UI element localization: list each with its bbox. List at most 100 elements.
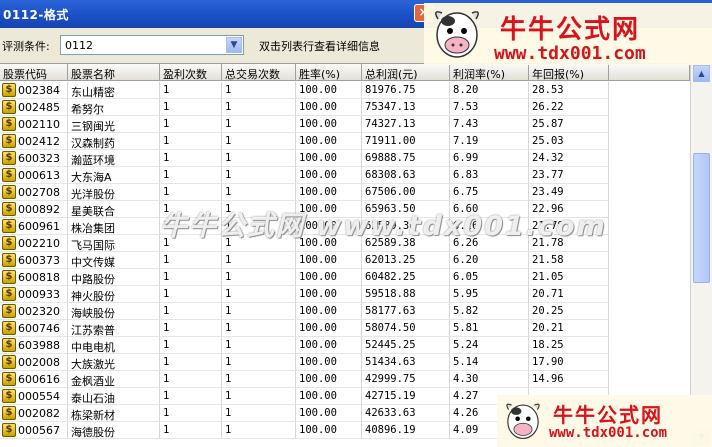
- table-cell: 62013.25: [362, 252, 450, 269]
- table-cell: 23.77: [529, 167, 609, 184]
- table-cell: 58177.63: [362, 303, 450, 320]
- vertical-scrollbar[interactable]: ▲ ▼: [690, 63, 712, 447]
- table-cell: 栋梁新材: [68, 405, 160, 422]
- column-header[interactable]: 胜率(%): [296, 64, 362, 81]
- table-cell: 光洋股份: [68, 184, 160, 201]
- table-cell: 5.24: [450, 337, 529, 354]
- table-cell: 星美联合: [68, 201, 160, 218]
- dollar-icon: $: [2, 253, 16, 267]
- table-cell: 100.00: [296, 82, 362, 99]
- table-cell: 1: [222, 133, 296, 150]
- table-row[interactable]: $600818 中路股份 1 1 100.00 60482.25 6.05 21.05: [0, 269, 690, 286]
- table-cell: 100.00: [296, 133, 362, 150]
- table-cell: 1: [160, 405, 222, 422]
- column-header[interactable]: 股票代码: [0, 64, 68, 81]
- table-row[interactable]: $002485 希努尔 1 1 100.00 75347.13 7.53 26.22: [0, 99, 690, 116]
- table-cell: 1: [222, 286, 296, 303]
- column-header[interactable]: 利润率(%): [450, 64, 529, 81]
- stock-code-cell: $600818: [0, 269, 68, 286]
- stock-code-cell: $600961: [0, 218, 68, 235]
- stock-code-cell: $600616: [0, 371, 68, 388]
- table-cell: 100.00: [296, 184, 362, 201]
- table-cell: 26.22: [529, 99, 609, 116]
- scroll-thumb[interactable]: [693, 153, 710, 283]
- table-cell: 6.05: [450, 269, 529, 286]
- table-cell: 1: [160, 371, 222, 388]
- stock-code-cell: $600323: [0, 150, 68, 167]
- stock-code-cell: $000892: [0, 201, 68, 218]
- table-cell: 14.96: [529, 371, 609, 388]
- table-cell: 8.20: [450, 82, 529, 99]
- table-cell: 1: [222, 116, 296, 133]
- table-cell: 神火股份: [68, 286, 160, 303]
- table-cell: 51434.63: [362, 354, 450, 371]
- column-header[interactable]: 股票名称: [68, 64, 160, 81]
- table-cell: 海峡股份: [68, 303, 160, 320]
- criteria-select[interactable]: 0112 ▼: [60, 35, 244, 55]
- table-cell: 42715.19: [362, 388, 450, 405]
- table-cell: 4.30: [450, 371, 529, 388]
- stock-code-cell: $002412: [0, 133, 68, 150]
- stock-code: 002708: [18, 186, 60, 199]
- dollar-icon: $: [2, 134, 16, 148]
- stock-code: 000933: [18, 288, 60, 301]
- stock-code-cell: $603988: [0, 337, 68, 354]
- table-row[interactable]: $600746 江苏索普 1 1 100.00 58074.50 5.81 20.21: [0, 320, 690, 337]
- stock-code-cell: $002210: [0, 235, 68, 252]
- stock-code-cell: $002008: [0, 354, 68, 371]
- table-cell: 飞马国际: [68, 235, 160, 252]
- table-cell: 100.00: [296, 167, 362, 184]
- table-cell: 1: [160, 116, 222, 133]
- stock-code: 600373: [18, 254, 60, 267]
- stock-code-cell: $002082: [0, 405, 68, 422]
- stock-code: 000567: [18, 424, 60, 437]
- table-cell: 5.82: [450, 303, 529, 320]
- table-cell: 23.49: [529, 184, 609, 201]
- table-cell: 1: [160, 184, 222, 201]
- criteria-value: 0112: [65, 39, 93, 52]
- table-cell: 1: [222, 337, 296, 354]
- table-row[interactable]: $600373 中文传媒 1 1 100.00 62013.25 6.20 21.58: [0, 252, 690, 269]
- table-cell: 25.87: [529, 116, 609, 133]
- table-row[interactable]: $002384 东山精密 1 1 100.00 81976.75 8.20 28.53: [0, 82, 690, 99]
- table-cell: 5.14: [450, 354, 529, 371]
- table-cell: 1: [222, 150, 296, 167]
- stock-code: 603988: [18, 339, 60, 352]
- table-row[interactable]: $002008 大族激光 1 1 100.00 51434.63 5.14 17.90: [0, 354, 690, 371]
- table-cell: 42999.75: [362, 371, 450, 388]
- table-row[interactable]: $603988 中电电机 1 1 100.00 52445.25 5.24 18.25: [0, 337, 690, 354]
- column-header[interactable]: 盈利次数: [160, 64, 222, 81]
- table-cell: 1: [160, 388, 222, 405]
- stock-code-cell: $000613: [0, 167, 68, 184]
- stock-code-cell: $002485: [0, 99, 68, 116]
- column-header[interactable]: 总利润(元): [362, 64, 450, 81]
- dollar-icon: $: [2, 389, 16, 403]
- table-cell: 58074.50: [362, 320, 450, 337]
- table-cell: 59518.88: [362, 286, 450, 303]
- table-row[interactable]: $002320 海峡股份 1 1 100.00 58177.63 5.82 20.25: [0, 303, 690, 320]
- scroll-up-button[interactable]: ▲: [693, 65, 710, 82]
- column-header[interactable]: 年回报(%): [529, 64, 609, 81]
- stock-code: 002485: [18, 101, 60, 114]
- table-row[interactable]: $002412 汉森制药 1 1 100.00 71911.00 7.19 25.03: [0, 133, 690, 150]
- table-cell: 100.00: [296, 354, 362, 371]
- table-cell: 6.75: [450, 184, 529, 201]
- table-row[interactable]: $600323 瀚蓝环境 1 1 100.00 69888.75 6.99 24.32: [0, 150, 690, 167]
- column-header[interactable]: 总交易次数: [222, 64, 296, 81]
- results-grid[interactable]: 股票代码 股票名称 盈利次数 总交易次数 胜率(%) 总利润(元) 利润率(%) 年回报(%)…: [0, 63, 690, 447]
- table-row[interactable]: $002110 三钢闽光 1 1 100.00 74327.13 7.43 25.87: [0, 116, 690, 133]
- stock-code: 600961: [18, 220, 60, 233]
- table-row[interactable]: $002708 光洋股份 1 1 100.00 67506.00 6.75 23.49: [0, 184, 690, 201]
- table-cell: 1: [222, 320, 296, 337]
- table-row[interactable]: $600616 金枫酒业 1 1 100.00 42999.75 4.30 14.96: [0, 371, 690, 388]
- table-cell: 大族激光: [68, 354, 160, 371]
- table-cell: 1: [160, 320, 222, 337]
- table-cell: 中电电机: [68, 337, 160, 354]
- table-cell: 大东海A: [68, 167, 160, 184]
- table-cell: 1: [222, 354, 296, 371]
- logo-url: www.tdx001.com: [549, 425, 668, 441]
- table-row[interactable]: $000933 神火股份 1 1 100.00 59518.88 5.95 20.71: [0, 286, 690, 303]
- chevron-down-icon[interactable]: ▼: [226, 37, 242, 53]
- table-cell: 金枫酒业: [68, 371, 160, 388]
- table-row[interactable]: $000613 大东海A 1 1 100.00 68308.63 6.83 23.77: [0, 167, 690, 184]
